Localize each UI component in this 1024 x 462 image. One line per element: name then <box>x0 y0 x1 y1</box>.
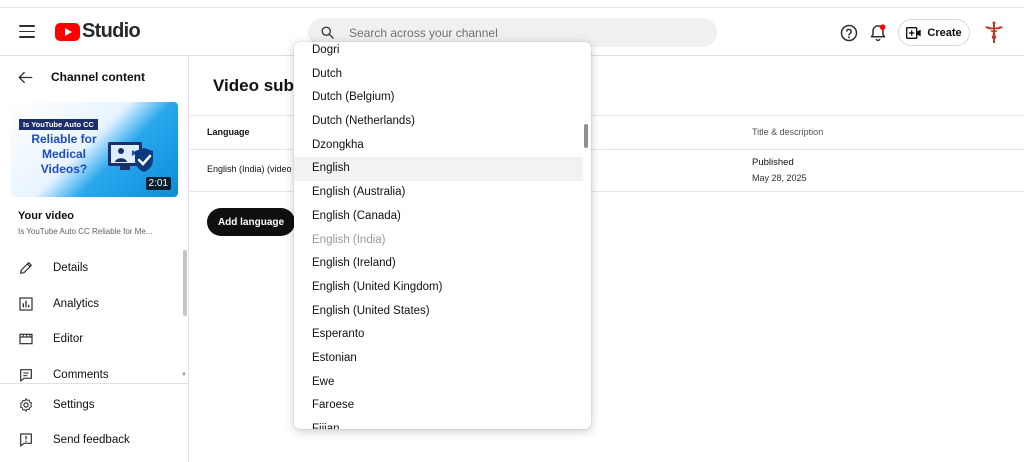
sidebar-item-editor[interactable]: Editor <box>18 331 83 347</box>
page-title: Video subt <box>213 76 300 95</box>
language-option[interactable]: Ewe <box>294 371 583 395</box>
sidebar-item-send-feedback[interactable]: Send feedback <box>18 432 130 448</box>
logo-text: Studio <box>82 20 141 42</box>
pencil-icon <box>20 262 32 274</box>
language-option[interactable]: Faroese <box>294 394 583 418</box>
language-option[interactable]: Dogri <box>294 42 583 63</box>
column-header-language[interactable]: Language <box>207 127 250 137</box>
create-button[interactable]: Create <box>898 19 970 46</box>
back-to-channel-content[interactable]: Channel content <box>18 70 145 84</box>
sidebar-scrollbar[interactable] <box>183 250 187 316</box>
language-option[interactable]: Esperanto <box>294 323 583 347</box>
doctor-monitor-icon <box>108 142 153 172</box>
language-option[interactable]: Dzongkha <box>294 134 583 158</box>
language-option[interactable]: Dutch (Netherlands) <box>294 110 583 134</box>
back-arrow-icon <box>18 71 33 83</box>
sidebar-item-analytics[interactable]: Analytics <box>18 296 99 312</box>
help-icon[interactable] <box>839 23 859 43</box>
gear-icon <box>20 398 32 412</box>
language-option[interactable]: English (United States) <box>294 300 583 324</box>
language-option[interactable]: Fijian <box>294 418 583 429</box>
language-option[interactable]: English (Ireland) <box>294 252 583 276</box>
language-option-list: Dogri Dutch Dutch (Belgium) Dutch (Netherla… <box>294 42 583 429</box>
thumbnail-headline: Is YouTube Auto CC <box>19 119 98 130</box>
language-option[interactable]: English (Canada) <box>294 205 583 229</box>
thumbnail-title: Reliable for Medical Videos? <box>31 132 97 176</box>
language-option[interactable]: Estonian <box>294 347 583 371</box>
account-avatar-caduceus-icon[interactable] <box>982 20 1006 44</box>
studio-logo[interactable]: Studio <box>55 20 141 43</box>
language-dropdown[interactable]: Dogri Dutch Dutch (Belgium) Dutch (Netherla… <box>294 42 591 429</box>
analytics-icon <box>19 297 33 311</box>
language-option[interactable]: English (Australia) <box>294 181 583 205</box>
search-icon[interactable] <box>320 25 335 40</box>
notifications-bell-icon[interactable] <box>868 23 888 43</box>
create-video-icon <box>906 26 922 39</box>
video-title: Is YouTube Auto CC Reliable for Me... <box>18 227 153 236</box>
menu-icon[interactable] <box>19 25 35 38</box>
language-option[interactable]: Dutch (Belgium) <box>294 86 583 110</box>
sidebar-item-comments[interactable]: Comments <box>18 367 109 383</box>
sidebar-item-label: Settings <box>53 399 95 411</box>
column-header-title-description: Title & description <box>752 127 824 137</box>
sidebar-item-details[interactable]: Details <box>18 260 88 276</box>
language-option[interactable]: English <box>294 157 583 182</box>
sidebar-item-label: Comments <box>53 369 109 381</box>
youtube-play-icon <box>55 22 80 41</box>
back-label: Channel content <box>51 70 146 84</box>
row-language: English (India) (video <box>207 164 292 174</box>
your-video-heading: Your video <box>18 210 75 222</box>
feedback-icon <box>20 433 32 447</box>
sidebar-item-label: Analytics <box>53 298 100 310</box>
language-option[interactable]: Dutch <box>294 63 583 87</box>
dropdown-scrollbar-thumb[interactable] <box>584 124 588 148</box>
editor-icon <box>19 333 33 345</box>
sidebar-item-label: Send feedback <box>53 434 130 446</box>
row-date: May 28, 2025 <box>752 173 807 183</box>
video-thumbnail[interactable]: Is YouTube Auto CC Reliable for Medical … <box>11 102 178 197</box>
sidebar-item-settings[interactable]: Settings <box>18 397 95 413</box>
sidebar: Channel content Is YouTube Auto CC Relia… <box>0 56 189 462</box>
language-option: English (India) <box>312 233 386 246</box>
add-language-button[interactable]: Add language <box>207 208 295 236</box>
comments-icon <box>20 369 32 382</box>
scroll-down-arrow-icon[interactable]: ▼ <box>181 372 187 378</box>
top-strip <box>0 0 1024 8</box>
sidebar-item-label: Details <box>53 262 89 274</box>
sidebar-item-label: Editor <box>53 333 84 345</box>
language-option[interactable]: English (United Kingdom) <box>294 276 583 300</box>
create-button-label: Create <box>927 26 962 39</box>
row-status: Published <box>752 157 794 168</box>
sidebar-divider <box>0 383 189 384</box>
search-input[interactable] <box>349 25 689 40</box>
video-duration-badge: 2:01 <box>145 177 171 190</box>
